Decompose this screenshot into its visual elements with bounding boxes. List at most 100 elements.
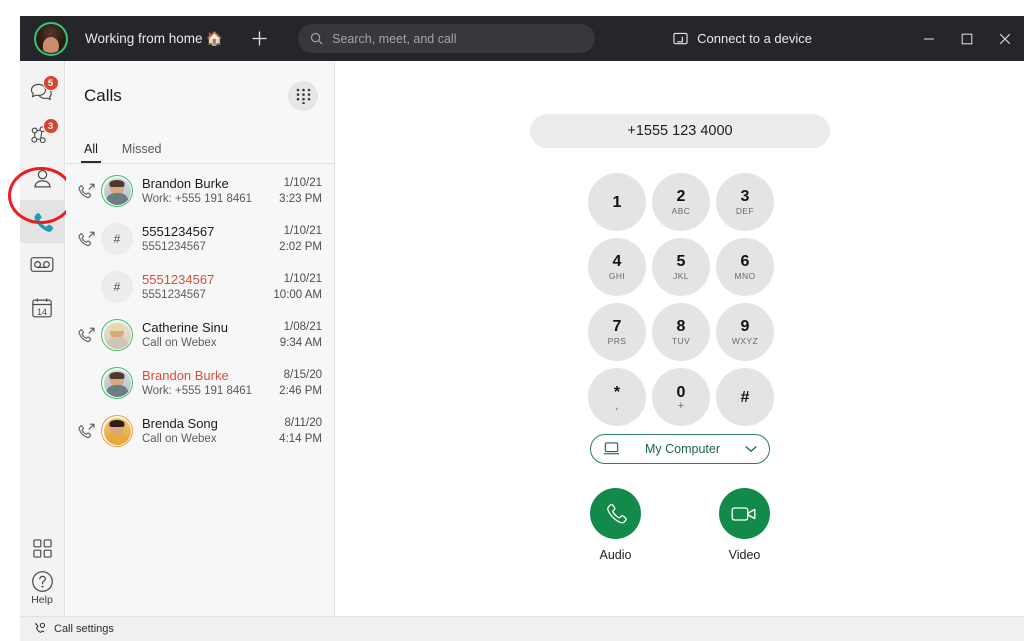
add-button[interactable] [245, 25, 273, 53]
dialpad-key-2[interactable]: 2 ABC [652, 173, 710, 231]
left-nav-rail: 5 3 14 Help [19, 61, 65, 616]
call-entry-text: 5551234567 5551234567 [142, 224, 279, 255]
dialpad-key-digit: 8 [676, 318, 686, 335]
call-direction-icon [76, 423, 98, 439]
sidebar-item-contacts[interactable] [20, 157, 65, 200]
sidebar-item-calendar[interactable]: 14 [20, 286, 65, 329]
avatar [101, 367, 133, 399]
title-bar: Working from home 🏠 Search, meet, and ca… [20, 16, 1024, 61]
avatar [101, 319, 133, 351]
search-input[interactable]: Search, meet, and call [298, 24, 596, 53]
connect-to-device-button[interactable]: Connect to a device [673, 31, 812, 46]
call-entry-time: 10:00 AM [273, 289, 322, 301]
apps-grid-icon [32, 539, 52, 558]
dialed-number-field[interactable]: +1555 123 4000 [530, 114, 830, 148]
dialpad-key-digit: 3 [740, 188, 750, 205]
tab-all[interactable]: All [81, 142, 101, 163]
laptop-icon [603, 442, 620, 455]
dialpad-keys: 1 2 ABC 3 DEF 4 GHI 5 JKL 6 MNO 7 PRS 8 TUV 9 WXYZ *, 0 + # [588, 173, 774, 426]
device-selector[interactable]: My Computer [590, 434, 770, 464]
maximize-button[interactable] [948, 16, 986, 61]
outgoing-call-icon [78, 423, 95, 439]
audio-call-button[interactable] [590, 488, 641, 539]
dialpad-key-8[interactable]: 8 TUV [652, 303, 710, 361]
avatar: # [101, 223, 133, 255]
video-call-label: Video [728, 548, 761, 562]
tab-missed[interactable]: Missed [122, 142, 162, 163]
call-entry-name: Brenda Song [142, 415, 218, 431]
sidebar-item-help[interactable]: Help [31, 570, 54, 606]
maximize-icon [961, 33, 973, 44]
chevron-down-icon [745, 446, 757, 453]
call-direction-icon [76, 327, 98, 343]
dialpad-key-letters: WXYZ [731, 336, 759, 346]
dialpad-key-letters: + [677, 400, 685, 412]
voicemail-icon [30, 257, 54, 272]
sidebar-item-apps[interactable] [20, 527, 65, 570]
sidebar-item-messaging[interactable]: 5 [20, 71, 65, 114]
avatar-image [37, 24, 65, 53]
table-row[interactable]: #5551234567 5551234567 1/10/21 2:02 PM [66, 215, 334, 263]
device-selector-label: My Computer [644, 442, 721, 456]
call-entry-meta: 8/15/20 2:46 PM [279, 367, 322, 399]
call-entry-time: 2:46 PM [279, 385, 322, 397]
dialer-pane: +1555 123 4000 1 2 ABC 3 DEF 4 GHI 5 JKL 6 MNO 7 PRS… [336, 61, 1024, 616]
call-entry-detail: Work: +555 191 8461 [142, 384, 253, 397]
dialpad-key-0[interactable]: 0 + [652, 368, 710, 426]
dialpad-key-digit: 4 [612, 253, 622, 270]
sidebar-item-calling[interactable] [19, 200, 65, 243]
dialpad-key-digit: 5 [676, 253, 686, 270]
table-row[interactable]: Catherine Sinu Call on Webex 1/08/21 9:34 A… [66, 311, 334, 359]
calls-panel-header: Calls [66, 61, 334, 131]
dialpad-key-letters: TUV [671, 336, 691, 346]
call-entry-name: 5551234567 [142, 223, 215, 239]
close-button[interactable] [986, 16, 1024, 61]
dialpad-key-hash[interactable]: # [716, 368, 774, 426]
calls-list-panel: Calls All Missed Brandon Burke Work: +555… [66, 61, 335, 616]
call-entry-date: 8/15/20 [283, 369, 322, 381]
avatar[interactable] [34, 21, 68, 56]
audio-call-action[interactable]: Audio [590, 488, 641, 562]
dialpad-icon [296, 88, 310, 104]
video-call-action[interactable]: Video [719, 488, 770, 562]
open-dialpad-button[interactable] [288, 81, 318, 111]
status-bar: Call settings [20, 616, 1024, 641]
phone-icon [34, 212, 54, 232]
dialpad-key-5[interactable]: 5 JKL [652, 238, 710, 296]
table-row[interactable]: Brandon Burke Work: +555 191 8461 1/10/21 3… [66, 167, 334, 215]
minimize-icon [924, 37, 934, 40]
call-entry-text: Brandon Burke Work: +555 191 8461 [142, 368, 279, 399]
window-controls [910, 16, 1024, 61]
table-row[interactable]: #5551234567 5551234567 1/10/21 10:00 AM [66, 263, 334, 311]
call-settings-icon [34, 622, 46, 633]
help-label: Help [31, 594, 53, 606]
call-entry-meta: 1/10/21 10:00 AM [273, 271, 322, 303]
dialpad-key-3[interactable]: 3 DEF [716, 173, 774, 231]
dialpad-key-9[interactable]: 9 WXYZ [716, 303, 774, 361]
call-entry-name: Catherine Sinu [142, 319, 228, 335]
sidebar-item-teams[interactable]: 3 [20, 114, 65, 157]
video-call-button[interactable] [719, 488, 770, 539]
call-action-buttons: Audio Video [590, 488, 770, 562]
user-status-text[interactable]: Working from home 🏠 [85, 31, 223, 47]
dialpad-key-7[interactable]: 7 PRS [588, 303, 646, 361]
call-entry-date: 1/08/21 [283, 321, 322, 333]
dialpad-key-star[interactable]: *, [588, 368, 646, 426]
dialpad-key-digit: 2 [676, 188, 686, 205]
messaging-badge: 5 [42, 75, 59, 91]
call-settings-label: Call settings [54, 623, 114, 635]
call-entry-meta: 1/10/21 3:23 PM [279, 175, 322, 207]
dialpad-key-digit: 9 [740, 318, 750, 335]
call-entry-meta: 1/08/21 9:34 AM [280, 319, 322, 351]
avatar-image [103, 321, 131, 349]
call-entry-name: Brandon Burke [142, 367, 229, 383]
dialpad-key-1[interactable]: 1 [588, 173, 646, 231]
dialpad-key-4[interactable]: 4 GHI [588, 238, 646, 296]
video-camera-icon [731, 506, 756, 521]
table-row[interactable]: Brenda Song Call on Webex 8/11/20 4:14 PM [66, 407, 334, 455]
sidebar-item-voicemail[interactable] [20, 243, 65, 286]
dialpad-key-letters: JKL [673, 271, 689, 281]
minimize-button[interactable] [910, 16, 948, 61]
dialpad-key-6[interactable]: 6 MNO [716, 238, 774, 296]
table-row[interactable]: Brandon Burke Work: +555 191 8461 8/15/20 2… [66, 359, 334, 407]
